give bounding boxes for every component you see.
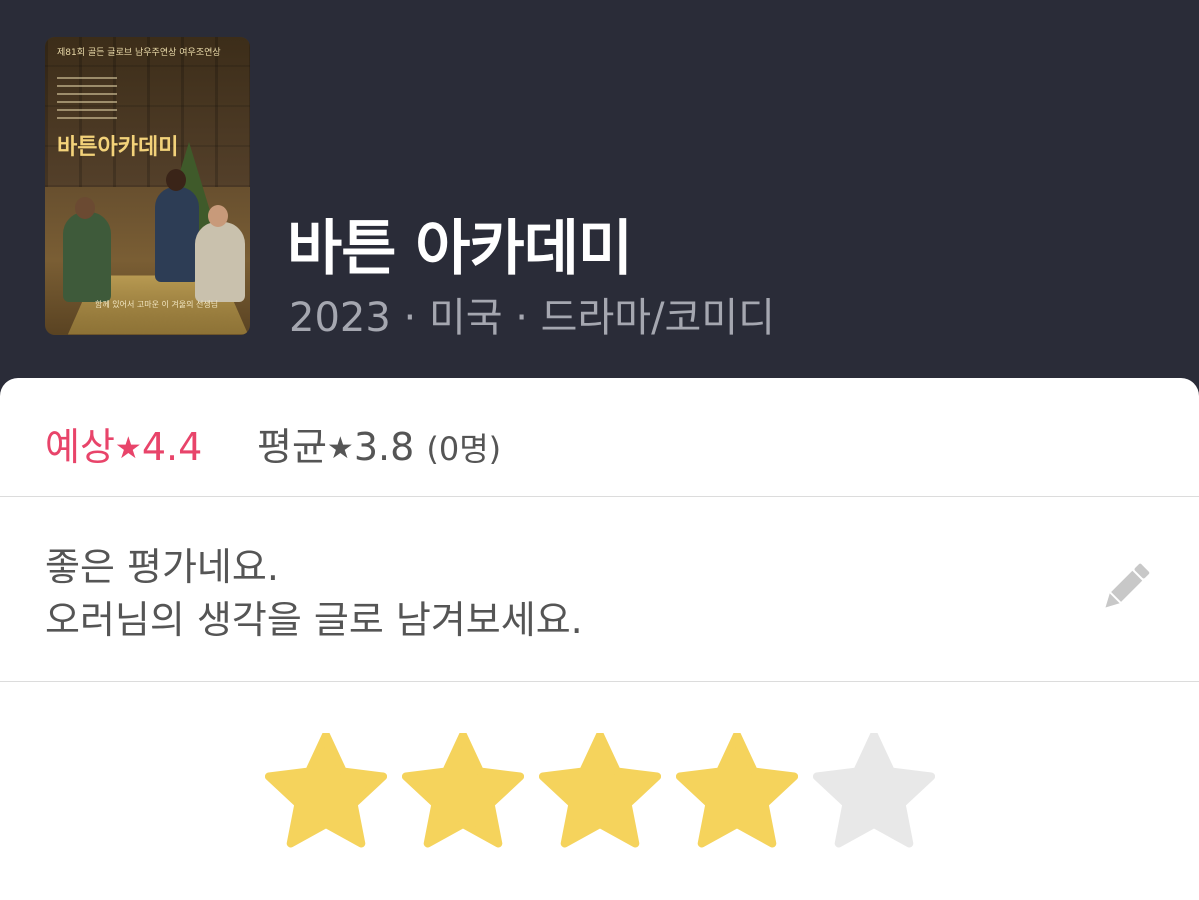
movie-poster[interactable]: 제81회 골든 글로브 남우주연상 여우조연상 바튼아카데미 함께 있어서 고마… [45,37,250,335]
poster-tagline: 함께 있어서 고마운 이 겨울의 선생님 [95,300,219,309]
poster-figure-head [166,169,186,191]
star-shape [813,733,935,848]
movie-meta: 2023 · 미국 · 드라마/코미디 [289,295,775,341]
rating-sheet: 예상★4.4 평균★3.8 (0명) 좋은 평가네요. 오러님의 생각을 글로 … [0,378,1199,900]
star-shape [265,733,387,848]
user-star-rating[interactable] [265,733,945,853]
expected-star-icon: ★ [114,431,142,466]
poster-credits [57,77,117,125]
comment-prompt-line1: 좋은 평가네요. [45,545,279,589]
star-shape [402,733,524,848]
average-star-icon: ★ [326,431,354,466]
movie-header: 제81회 골든 글로브 남우주연상 여우조연상 바튼아카데미 함께 있어서 고마… [0,0,1199,400]
poster-figure [195,222,245,302]
poster-figure [155,187,199,282]
average-rating: 평균★3.8 (0명) [257,416,501,471]
movie-title: 바튼 아카데미 [287,214,633,284]
average-label: 평균 [257,425,327,469]
rating-star-3[interactable] [539,733,661,849]
rating-star-1[interactable] [265,733,387,849]
rating-summary: 예상★4.4 평균★3.8 (0명) [0,378,1199,497]
average-value: 3.8 [353,425,415,469]
comment-prompt-line2: 오러님의 생각을 글로 남겨보세요. [45,598,583,642]
star-shape [676,733,798,848]
expected-label: 예상 [45,425,115,469]
average-count: (0명) [426,430,502,468]
star-shape [539,733,661,848]
expected-rating: 예상★4.4 [45,416,202,471]
rating-star-2[interactable] [402,733,524,849]
pencil-icon[interactable] [1095,556,1157,618]
rating-star-5[interactable] [813,733,935,849]
rating-star-4[interactable] [676,733,798,849]
poster-figure [63,212,111,302]
poster-figure-head [75,197,95,219]
poster-title: 바튼아카데미 [57,135,179,160]
poster-award-line: 제81회 골든 글로브 남우주연상 여우조연상 [57,48,221,58]
poster-figure-head [208,205,228,227]
movie-rating-screen: 제81회 골든 글로브 남우주연상 여우조연상 바튼아카데미 함께 있어서 고마… [0,0,1199,900]
expected-value: 4.4 [141,425,203,469]
comment-prompt[interactable]: 좋은 평가네요. 오러님의 생각을 글로 남겨보세요. [0,496,1199,682]
